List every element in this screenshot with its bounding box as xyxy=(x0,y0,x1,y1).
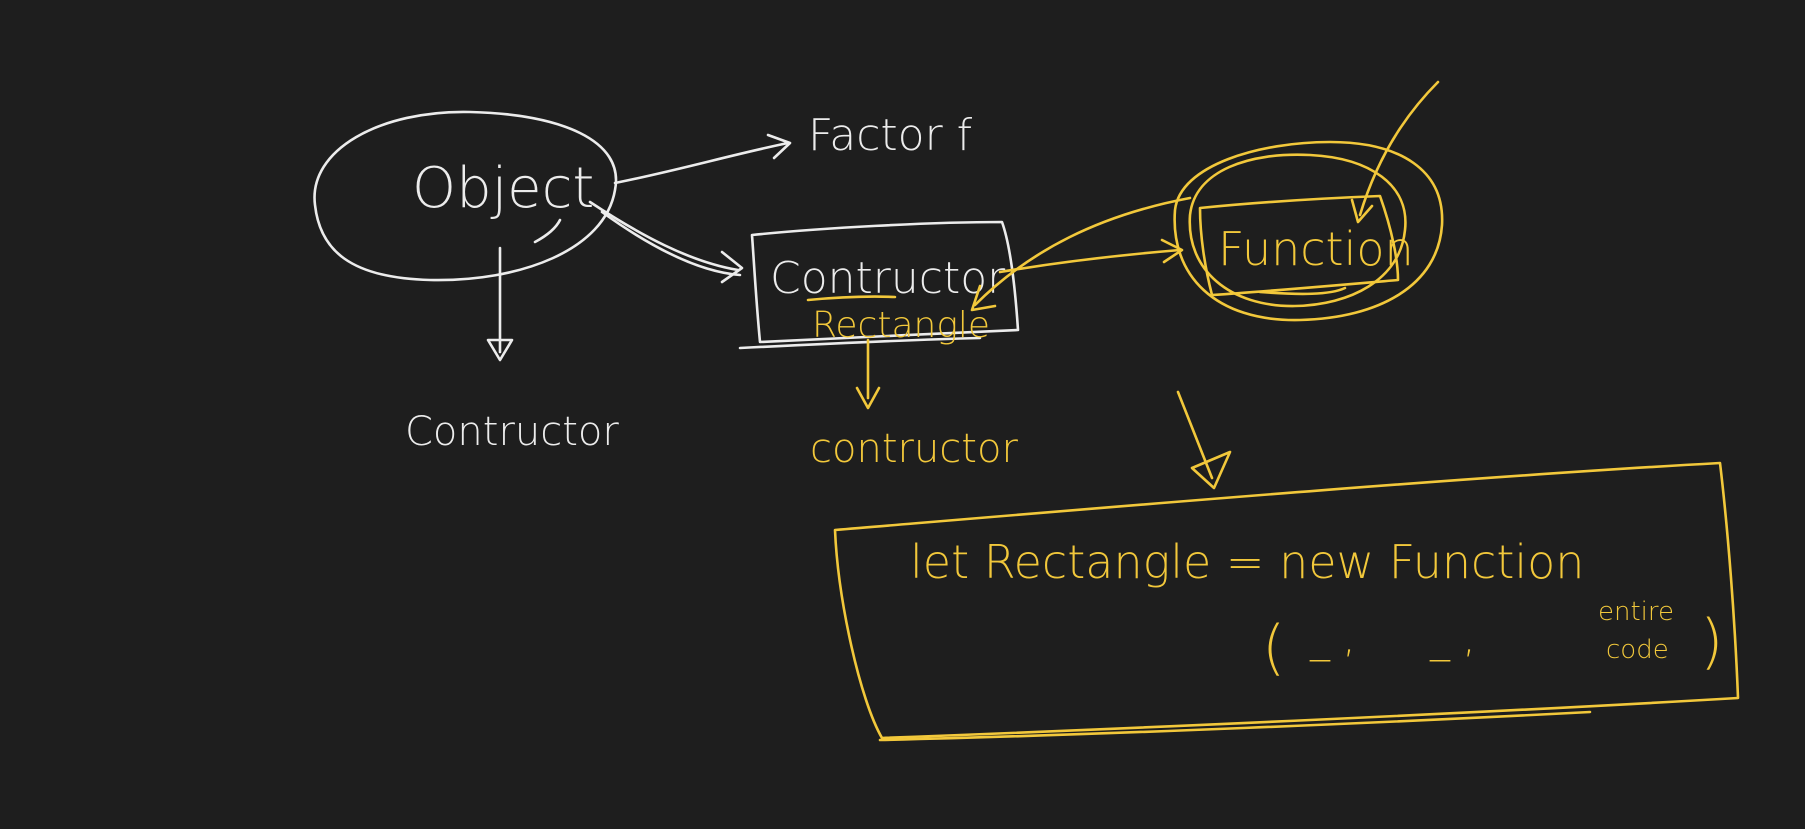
code-tail-line-2: code xyxy=(1606,635,1669,665)
arrowhead-code xyxy=(1190,450,1232,490)
code-arg-1: _ , xyxy=(1309,616,1355,662)
whiteboard-canvas: Object Factor f Contructor Contructor Re… xyxy=(0,0,1805,829)
function-label: Function xyxy=(1218,222,1414,276)
code-line-1: let Rectangle = new Function xyxy=(910,535,1584,589)
code-paren-close: ) xyxy=(1700,607,1723,677)
object-tick xyxy=(533,218,562,244)
arrow-object-to-factory xyxy=(613,141,790,185)
code-tail-line-1: entire xyxy=(1598,597,1674,627)
code-arg-2: _ , xyxy=(1429,616,1475,662)
object-label: Object xyxy=(412,156,594,221)
arrow-down-to-code xyxy=(1176,390,1214,480)
rectangle-constructor-label: contructor xyxy=(810,426,1018,472)
rectangle-label: Rectangle xyxy=(812,305,990,346)
diagram-svg: Object Factor f Contructor Contructor Re… xyxy=(313,80,1740,742)
code-box-bottom xyxy=(878,710,1592,742)
code-paren-open: ( xyxy=(1262,613,1285,683)
arrow-object-to-constructor-a xyxy=(588,200,740,272)
factory-fn-label: Factor f xyxy=(808,110,973,161)
object-constructor-label: Contructor xyxy=(405,409,619,455)
